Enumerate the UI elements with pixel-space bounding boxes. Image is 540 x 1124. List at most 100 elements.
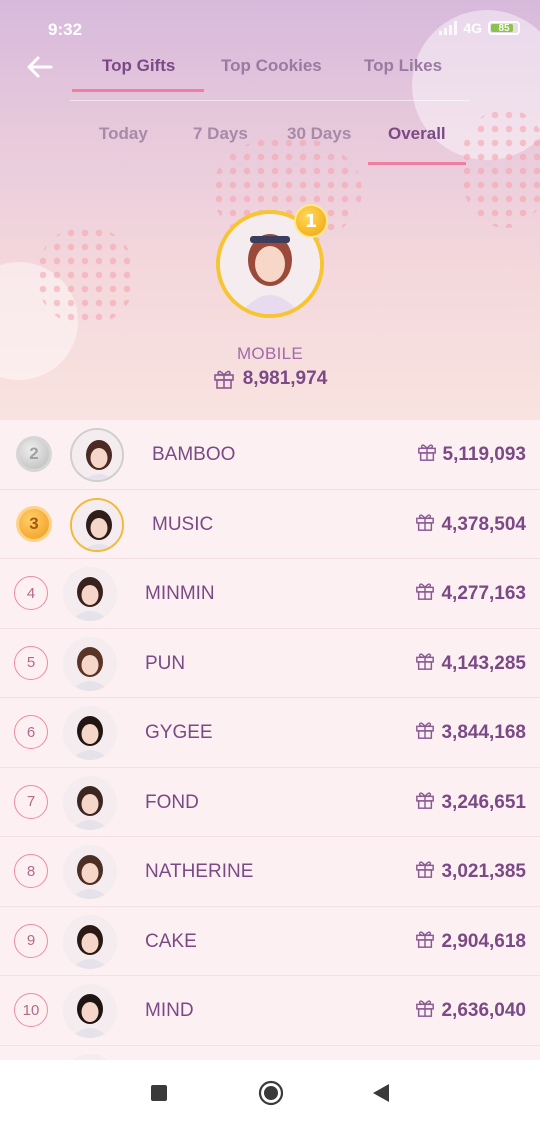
- period-30-days[interactable]: 30 Days: [287, 124, 351, 144]
- avatar: [70, 497, 124, 552]
- list-item[interactable]: 7 FOND 3,246,651: [0, 768, 540, 837]
- period-tabs: Today 7 Days 30 Days Overall: [90, 124, 490, 170]
- top-member-score: 8,981,974: [0, 368, 540, 390]
- leaderboard-header: 9:32 4G 85 Top Gifts Top Cookies Top Lik…: [0, 0, 540, 420]
- member-name: CAKE: [145, 930, 197, 952]
- member-score: 4,378,504: [415, 512, 526, 538]
- list-item[interactable]: 6 GYGEE 3,844,168: [0, 698, 540, 768]
- rank-badge: 4: [14, 576, 48, 610]
- member-score-value: 4,143,285: [441, 652, 526, 674]
- member-score-value: 2,904,618: [441, 930, 526, 952]
- member-score-value: 3,021,385: [441, 861, 526, 882]
- home-button[interactable]: [256, 1078, 286, 1108]
- member-name: MUSIC: [152, 513, 214, 535]
- member-score: 4,277,163: [415, 581, 526, 607]
- rank-badge: 5: [14, 645, 48, 680]
- list-item[interactable]: 5 PUN 4,143,285: [0, 629, 540, 698]
- member-photo-icon: [63, 567, 117, 621]
- member-score-value: 2,636,040: [441, 1000, 526, 1021]
- member-score-value: 3,844,168: [441, 722, 526, 743]
- member-photo-icon: [63, 914, 117, 969]
- tabs-divider: [70, 100, 470, 101]
- active-tab-indicator: [72, 89, 204, 92]
- network-type: 4G: [463, 20, 482, 36]
- period-overall[interactable]: Overall: [388, 124, 446, 144]
- ranking-list[interactable]: 2 BAMBOO 5,119,093 3 MUSIC 4,378,504 4 MINMIN 4,…: [0, 420, 540, 1060]
- rank-badge: 8: [14, 854, 48, 888]
- member-photo-icon: [63, 984, 117, 1038]
- avatar: [63, 775, 117, 830]
- member-score: 3,844,168: [415, 720, 526, 746]
- back-button[interactable]: [24, 52, 56, 82]
- gift-icon: [415, 581, 435, 607]
- battery-level: 85: [498, 22, 510, 34]
- member-name: MINMIN: [145, 583, 215, 604]
- gift-icon: [415, 859, 435, 885]
- active-period-indicator: [368, 162, 466, 165]
- triangle-back-icon: [373, 1084, 389, 1102]
- member-score-value: 4,277,163: [441, 583, 526, 604]
- gift-icon: [415, 512, 435, 538]
- gift-icon: [213, 370, 234, 389]
- system-back-button[interactable]: [366, 1078, 396, 1108]
- list-item[interactable]: 10 MIND 2,636,040: [0, 976, 540, 1046]
- status-icons: 4G 85: [439, 20, 520, 36]
- member-name: NATHERINE: [145, 861, 254, 882]
- member-photo-icon: [72, 430, 122, 480]
- gift-icon: [415, 651, 435, 677]
- gift-icon: [417, 442, 437, 468]
- member-name: BAMBOO: [152, 444, 236, 465]
- gold-medal-icon: 1: [294, 204, 328, 238]
- rank-badge: 6: [14, 715, 48, 749]
- list-item[interactable]: 2 BAMBOO 5,119,093: [0, 420, 540, 490]
- gift-icon: [415, 790, 435, 816]
- rank-badge: 7: [14, 784, 48, 819]
- battery-icon: 85: [488, 21, 520, 35]
- member-score: 3,246,651: [415, 790, 526, 816]
- top-member-score-value: 8,981,974: [242, 368, 328, 389]
- member-score: 5,119,093: [417, 442, 526, 468]
- bronze-medal-icon: 3: [16, 505, 52, 542]
- recents-button[interactable]: [144, 1078, 174, 1108]
- member-score-value: 4,378,504: [441, 513, 526, 535]
- tab-top-likes[interactable]: Top Likes: [364, 56, 442, 76]
- member-photo-icon: [63, 636, 117, 691]
- member-score-value: 5,119,093: [442, 444, 526, 465]
- signal-icon: [439, 21, 458, 35]
- member-photo-icon: [63, 775, 117, 830]
- status-time: 9:32: [48, 20, 83, 39]
- avatar: [63, 706, 117, 760]
- avatar: [70, 428, 124, 482]
- category-tabs: Top Gifts Top Cookies Top Likes: [70, 56, 510, 96]
- list-item[interactable]: 9 CAKE 2,904,618: [0, 907, 540, 976]
- member-score: 4,143,285: [415, 651, 526, 677]
- system-navigation-bar: [0, 1060, 540, 1124]
- status-bar: 9:32 4G 85: [0, 0, 540, 50]
- rank-badge: 10: [14, 993, 48, 1027]
- member-photo-icon: [63, 845, 117, 899]
- top-ranked-member[interactable]: 1 MOBILE 8,981,974: [0, 204, 540, 406]
- avatar: [63, 914, 117, 969]
- tab-top-cookies[interactable]: Top Cookies: [221, 56, 322, 76]
- member-score: 3,021,385: [415, 859, 526, 885]
- arrow-left-icon: [27, 56, 53, 78]
- member-score-value: 3,246,651: [441, 791, 526, 813]
- period-today[interactable]: Today: [99, 124, 148, 144]
- member-name: MIND: [145, 1000, 194, 1021]
- avatar: [63, 984, 117, 1038]
- period-7-days[interactable]: 7 Days: [193, 124, 248, 144]
- list-item[interactable]: 8 NATHERINE 3,021,385: [0, 837, 540, 907]
- tab-top-gifts[interactable]: Top Gifts: [102, 56, 175, 76]
- member-score: 2,636,040: [415, 998, 526, 1024]
- list-item[interactable]: 4 MINMIN 4,277,163: [0, 559, 540, 629]
- top-member-name: MOBILE: [236, 344, 304, 363]
- gift-icon: [415, 929, 435, 955]
- avatar: [63, 845, 117, 899]
- member-photo-icon: [72, 499, 122, 550]
- list-item[interactable]: [0, 1046, 540, 1060]
- rank-badge: 9: [14, 923, 48, 958]
- avatar: [63, 567, 117, 621]
- list-item[interactable]: 3 MUSIC 4,378,504: [0, 490, 540, 559]
- square-icon: [151, 1085, 167, 1101]
- member-name: PUN: [145, 652, 186, 674]
